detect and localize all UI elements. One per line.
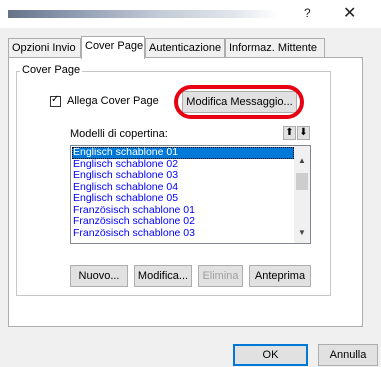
list-item[interactable]: Englisch schablone 01 (72, 146, 294, 159)
move-down-icon[interactable]: ⬇ (297, 126, 310, 140)
close-icon[interactable]: ✕ (343, 3, 356, 23)
list-item[interactable]: Französisch schablone 03 (72, 227, 294, 240)
new-template-button[interactable]: Nuovo... (70, 265, 128, 287)
delete-template-button[interactable]: Elimina (198, 265, 243, 287)
templates-scrollbar[interactable]: ▲ ▼ (294, 146, 310, 243)
cover-page-group-title: Cover Page (20, 64, 83, 76)
move-up-icon[interactable]: ⬆ (283, 126, 296, 140)
templates-listbox[interactable]: Englisch schablone 01 Englisch schablone… (70, 145, 311, 244)
templates-label: Modelli di copertina: (70, 128, 168, 140)
scroll-down-icon[interactable]: ▼ (294, 226, 310, 240)
ok-button[interactable]: OK (233, 344, 308, 366)
edit-message-button[interactable]: Modifica Messaggio... (182, 91, 297, 113)
scroll-thumb[interactable] (296, 173, 308, 190)
edit-template-button[interactable]: Modifica... (134, 265, 192, 287)
list-item[interactable]: Englisch schablone 05 (72, 192, 294, 205)
title-bar: ? ✕ (0, 0, 381, 28)
scroll-up-icon[interactable]: ▲ (294, 154, 310, 168)
tab-opzioni-invio[interactable]: Opzioni Invio (8, 38, 81, 58)
attach-cover-page-label: Allega Cover Page (67, 95, 159, 107)
cancel-button[interactable]: Annulla (318, 344, 378, 366)
tab-autenticazione[interactable]: Autenticazione (145, 38, 225, 58)
list-item[interactable]: Englisch schablone 03 (72, 169, 294, 182)
dialog-button-bar: OK Annulla (0, 340, 381, 367)
attach-cover-page-row[interactable]: Allega Cover Page (50, 94, 159, 108)
help-icon[interactable]: ? (304, 6, 311, 20)
window-title-blurred (8, 10, 278, 18)
attach-cover-page-checkbox[interactable] (50, 94, 61, 107)
list-item[interactable]: Französisch schablone 02 (72, 215, 294, 228)
templates-list-items: Englisch schablone 01 Englisch schablone… (72, 146, 294, 240)
tab-informaz-mittente[interactable]: Informaz. Mittente (225, 38, 325, 58)
tab-cover-page[interactable]: Cover Page (81, 36, 145, 59)
preview-template-button[interactable]: Anteprima (249, 265, 311, 287)
